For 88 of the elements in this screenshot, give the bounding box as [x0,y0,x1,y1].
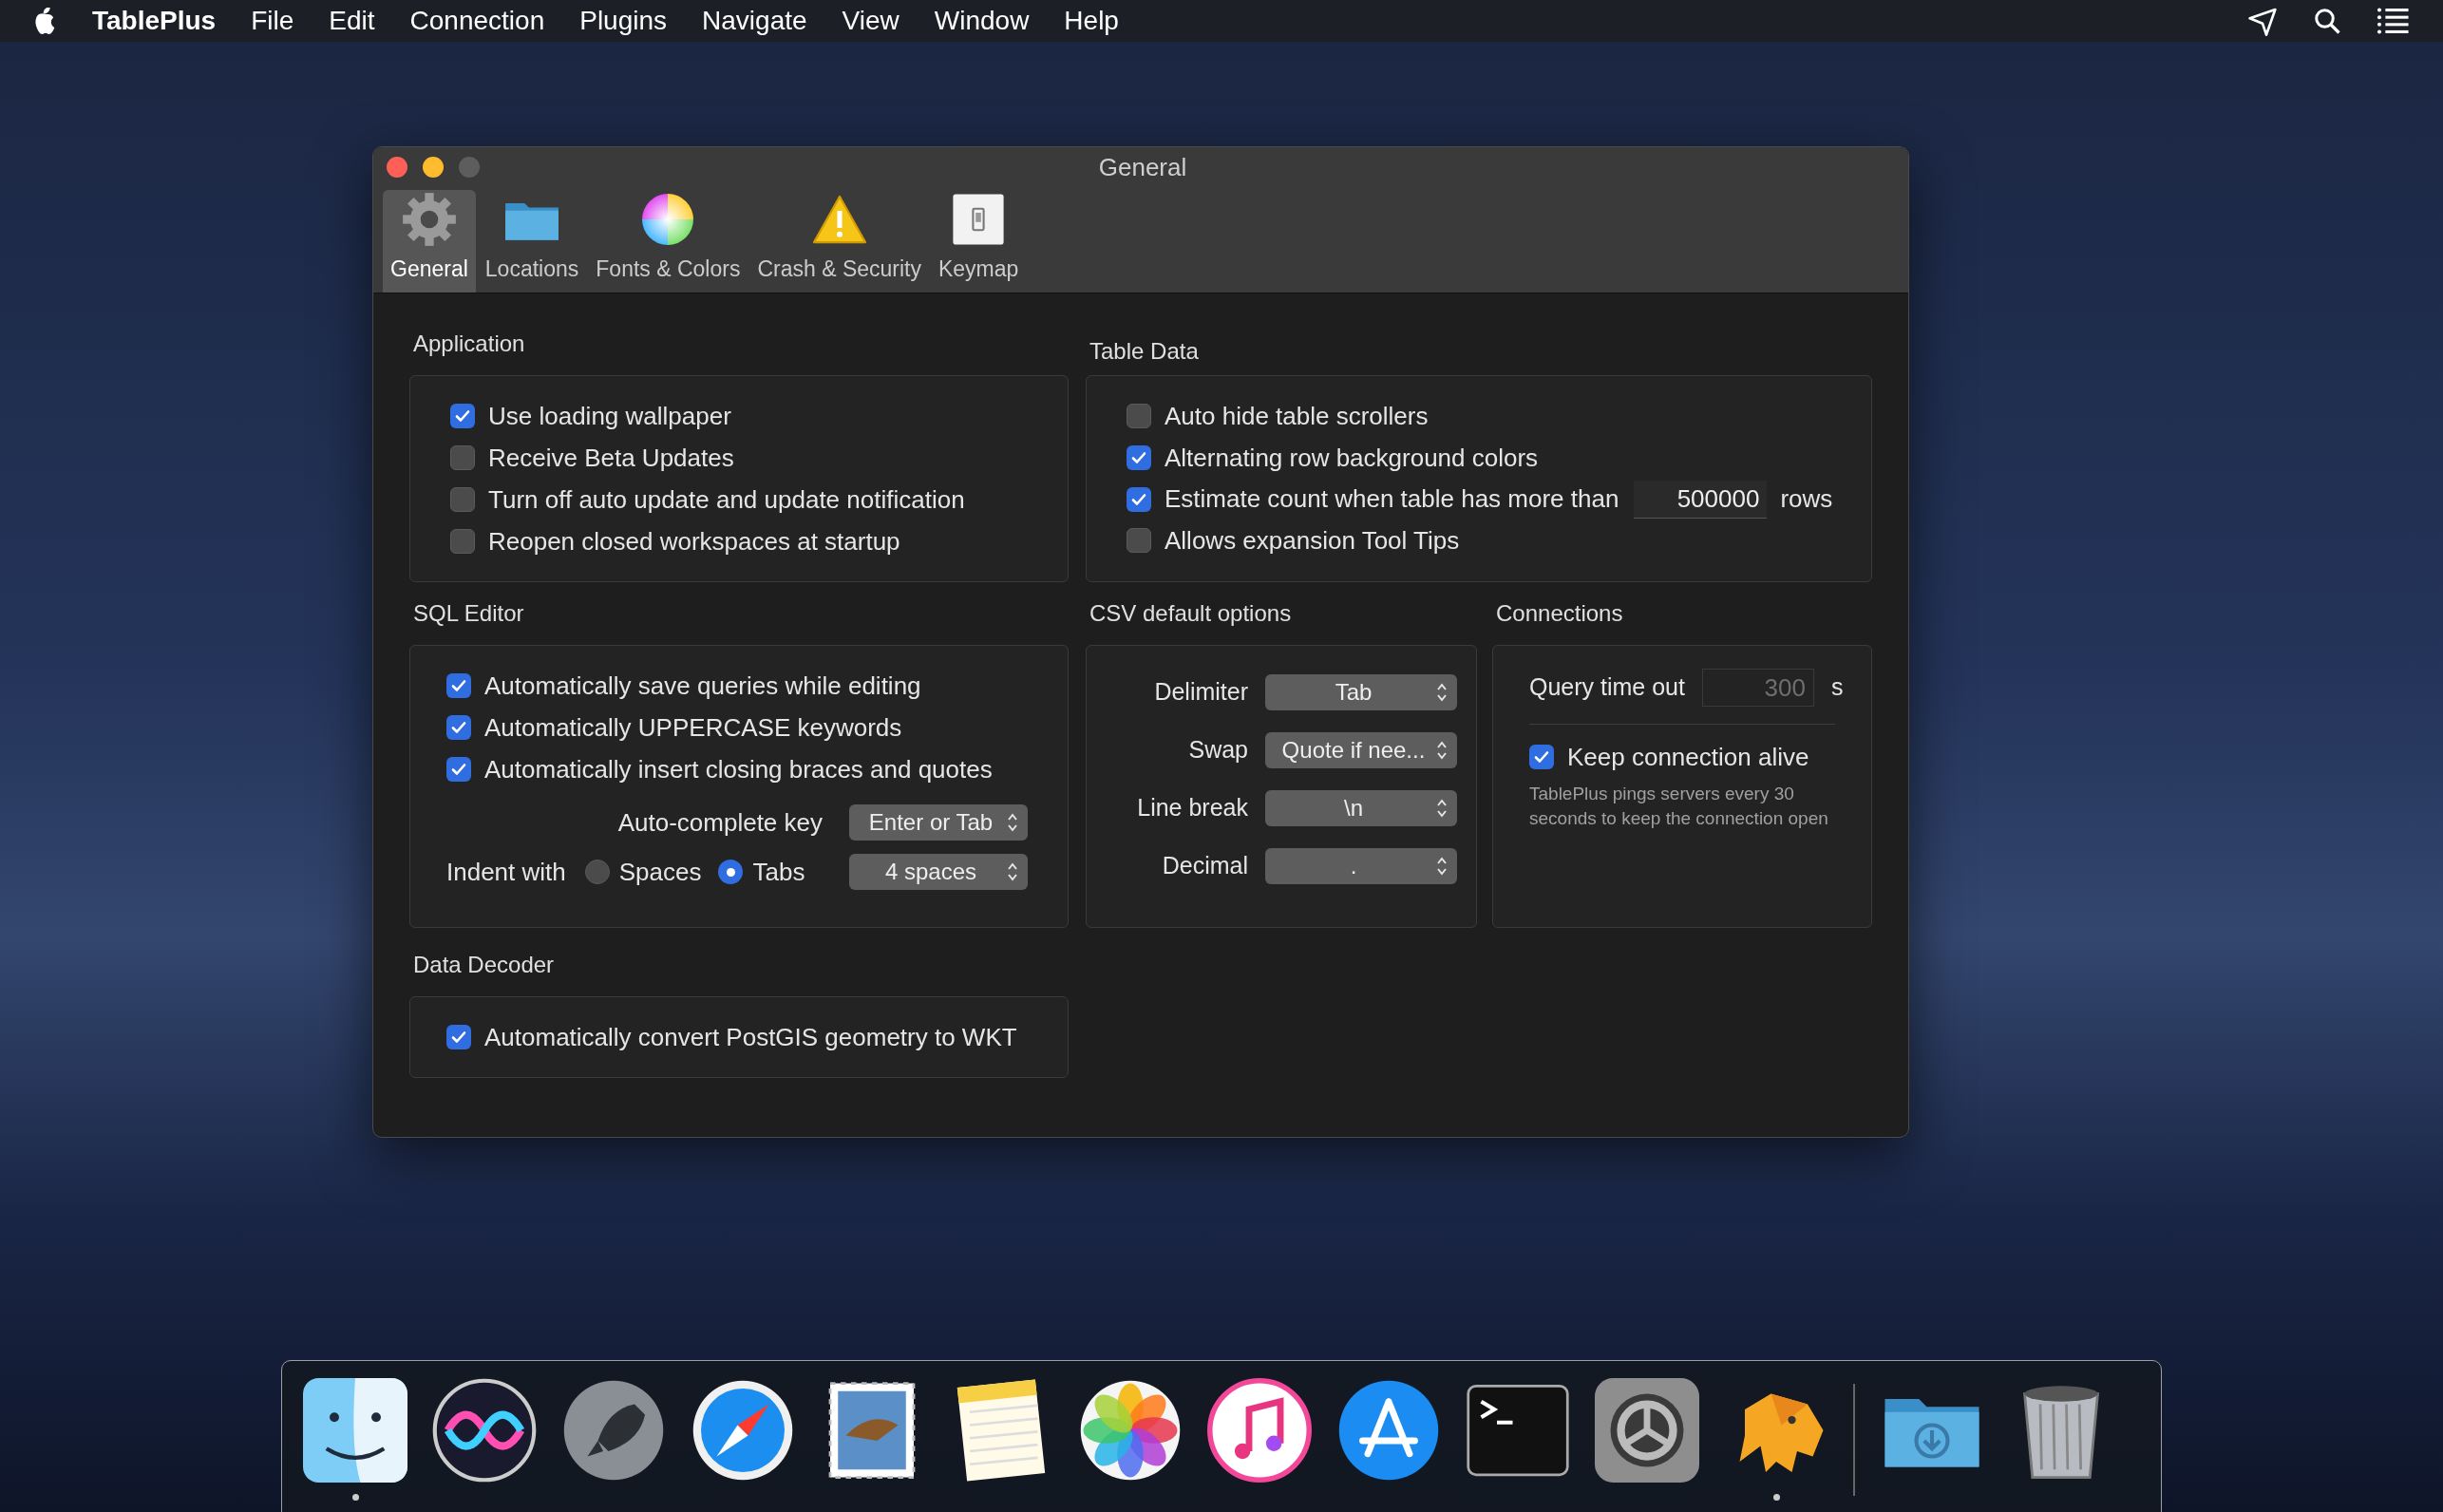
chevron-icon [1436,682,1448,703]
section-title: Table Data [1089,337,1200,366]
color-wheel-icon [642,193,694,245]
menu-item[interactable]: Edit [329,1,375,41]
help-text: TablePlus pings servers every 30 seconds to keep the connection open [1529,783,1829,830]
timeout-input[interactable]: 300 [1701,669,1814,707]
toolbar-tab[interactable]: Keymap [930,190,1027,293]
option-label: Allows expansion Tool Tips [1165,524,1460,557]
menu-item[interactable]: Plugins [579,1,668,41]
menu-item[interactable]: Help [1064,1,1119,41]
field-label: Decimal [1162,851,1248,881]
section-title: SQL Editor [412,599,525,628]
option-label: Automatically insert closing braces and quotes [484,753,993,785]
toolbar-tab[interactable]: General [383,190,476,293]
menu-item[interactable]: File [251,1,294,41]
checkbox[interactable] [450,445,475,470]
option-label: Automatically UPPERCASE keywords [484,711,902,744]
chevron-icon [1436,856,1448,877]
list-icon[interactable] [2377,8,2409,34]
option-label: Reopen closed workspaces at startup [488,525,900,558]
popup-button[interactable]: Enter or Tab [849,804,1028,841]
checkbox[interactable] [1127,486,1151,512]
toolbar-tab[interactable]: Fonts & Colors [588,190,748,293]
app-menu[interactable]: TablePlus [92,1,217,41]
section-title: CSV default options [1089,599,1293,628]
popup-button[interactable]: Quote if nee... [1265,732,1457,768]
chevron-icon [1007,861,1018,882]
checkbox[interactable] [1127,404,1151,428]
paper-plane-icon[interactable] [2247,6,2278,36]
field-label: Auto-complete key [617,806,823,839]
minimize-button[interactable] [423,157,444,178]
menu-item[interactable]: View [842,1,900,41]
option-label: Receive Beta Updates [488,442,734,474]
flower-icon[interactable] [1078,1378,1183,1483]
chevron-icon [1436,740,1448,761]
checkbox[interactable] [446,715,471,740]
radio-button[interactable] [584,860,610,884]
option-label: Turn off auto update and update notification [488,483,965,516]
checkbox[interactable] [1529,745,1554,769]
menu-item[interactable]: Window [934,1,1030,41]
option-label: Keep connection alive [1567,741,1809,773]
checkbox[interactable] [450,487,475,512]
toolbar-tab[interactable]: Locations [477,190,587,293]
rows-input[interactable]: 500000 [1634,480,1768,519]
section-title: Data Decoder [412,951,556,979]
finder-icon[interactable] [303,1378,407,1483]
option-label: Use loading wallpaper [488,400,731,432]
checkbox[interactable] [1127,445,1151,470]
checkbox[interactable] [450,529,475,554]
chevron-icon [1007,812,1018,833]
field-label: Swap [1188,735,1248,765]
field-label: Delimiter [1154,677,1248,708]
section-title: Connections [1495,599,1624,628]
close-button[interactable] [387,157,407,178]
checkbox[interactable] [446,1025,471,1049]
popup-button[interactable]: Tab [1265,674,1457,710]
apple-logo-icon[interactable] [34,8,57,34]
field-label: Query time out [1529,672,1685,703]
window-title: General [1098,151,1187,183]
option-label: Alternating row background colors [1165,442,1539,474]
checkbox[interactable] [450,404,475,428]
compass-icon[interactable] [691,1378,795,1483]
checkbox[interactable] [1127,528,1151,553]
field-label: Indent with [446,856,566,888]
checkbox[interactable] [446,757,471,782]
popup-button[interactable]: \n [1265,790,1457,826]
option-label: Auto hide table scrollers [1165,400,1429,432]
music-note-icon[interactable] [1207,1378,1312,1483]
toolbar-tab[interactable]: Crash & Security [749,190,929,293]
section-title: Application [412,330,526,358]
warning-icon [810,193,868,245]
option-label: Automatically save queries while editing [484,670,921,702]
switch-icon [952,192,1006,246]
popup-button[interactable]: . [1265,848,1457,884]
menu-item[interactable]: Navigate [702,1,807,41]
radio-label: Spaces [618,856,702,888]
rows-unit: rows [1780,483,1833,515]
checkbox[interactable] [446,673,471,698]
unit-label: s [1830,672,1844,703]
option-label: Estimate count when table has more than [1165,483,1619,515]
radio-button[interactable] [718,860,744,884]
menu-item[interactable]: Connection [409,1,545,41]
field-label: Line break [1137,793,1248,823]
chevron-icon [1436,798,1448,819]
radio-label: Tabs [752,856,805,888]
search-icon[interactable] [2313,7,2341,35]
popup-button[interactable]: 4 spaces [849,854,1028,890]
option-label: Automatically convert PostGIS geometry to WKT [484,1021,1017,1053]
